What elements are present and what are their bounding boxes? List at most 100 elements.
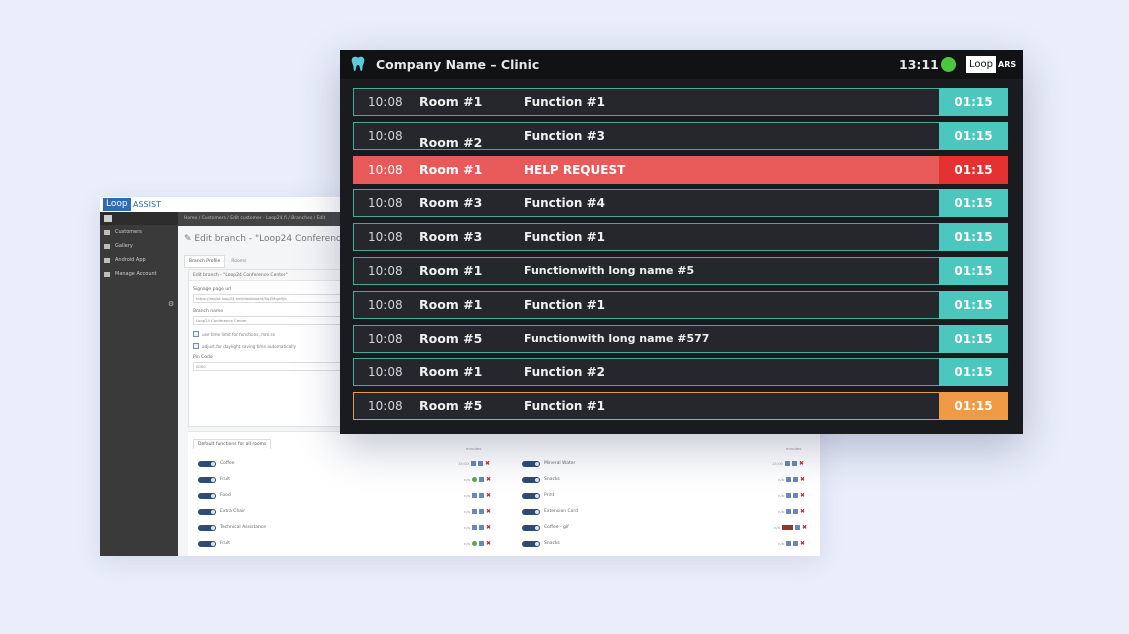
function-row[interactable]: Mineral Water bbox=[522, 459, 575, 468]
edit-icon[interactable] bbox=[791, 461, 797, 466]
function-row[interactable]: Snacks bbox=[522, 539, 560, 548]
edit-icon[interactable] bbox=[795, 525, 801, 530]
toggle-switch[interactable] bbox=[522, 524, 540, 531]
delete-icon[interactable]: ✖ bbox=[485, 460, 491, 467]
delete-icon[interactable]: ✖ bbox=[486, 492, 492, 499]
function-row[interactable]: Print bbox=[522, 491, 554, 500]
function-row[interactable]: Coffee bbox=[198, 459, 235, 468]
edit-icon[interactable] bbox=[479, 493, 485, 498]
admin-logo[interactable]: Loop bbox=[103, 198, 131, 211]
function-label: Mineral Water bbox=[544, 461, 576, 466]
delete-icon[interactable]: ✖ bbox=[799, 460, 805, 467]
edit-icon[interactable] bbox=[793, 509, 799, 514]
admin-logo-sub: ASSIST bbox=[133, 200, 161, 209]
toggle-switch[interactable] bbox=[198, 524, 216, 531]
edit-icon[interactable] bbox=[479, 477, 485, 482]
toggle-switch[interactable] bbox=[198, 460, 216, 467]
request-time: 10:08 bbox=[368, 230, 403, 245]
delete-icon[interactable]: ✖ bbox=[800, 492, 806, 499]
function-row[interactable]: Fruit bbox=[198, 539, 230, 548]
edit-icon[interactable] bbox=[479, 509, 485, 514]
edit-icon[interactable] bbox=[479, 541, 485, 546]
delete-icon[interactable]: ✖ bbox=[486, 476, 492, 483]
edit-icon[interactable] bbox=[479, 525, 485, 530]
toggle-switch[interactable] bbox=[522, 492, 540, 499]
admin-tabs: Branch Profile Rooms bbox=[184, 255, 252, 268]
request-function: Function #3 bbox=[524, 128, 606, 143]
delete-icon[interactable]: ✖ bbox=[800, 476, 806, 483]
request-row[interactable]: 10:08 Room #1 Function #1 01:15 bbox=[353, 290, 1008, 319]
function-row[interactable]: Snacks bbox=[522, 475, 560, 484]
request-list: 10:08 Room #1 Function #1 01:15 10:08 Ro… bbox=[353, 88, 1008, 426]
function-label: Print bbox=[544, 493, 555, 498]
toggle-switch[interactable] bbox=[522, 476, 540, 483]
function-row[interactable]: Extension Cord bbox=[522, 507, 578, 516]
request-time: 10:08 bbox=[368, 331, 403, 346]
sidebar-item-gallery[interactable]: Gallery bbox=[100, 239, 178, 253]
signage-url-field[interactable]: https://assist.loop24.net/dashboard/SqZM… bbox=[193, 294, 343, 303]
time-limit-checkbox[interactable]: use time limit for functions, mm:ss bbox=[193, 331, 347, 337]
pin-code-field[interactable]: 0000 bbox=[193, 362, 343, 371]
toggle-switch[interactable] bbox=[522, 540, 540, 547]
request-row[interactable]: 10:08 Room #3 Function #1 01:15 bbox=[353, 223, 1008, 252]
toggle-switch[interactable] bbox=[198, 492, 216, 499]
request-row[interactable]: 10:08 Room #5 Functionwith long name #57… bbox=[353, 324, 1008, 353]
toggle-switch[interactable] bbox=[198, 508, 216, 515]
gear-icon[interactable]: ⚙ bbox=[168, 300, 174, 308]
request-row[interactable]: 10:08 Room #1 Functionwith long name #5 … bbox=[353, 256, 1008, 285]
brand-sub: ARS bbox=[998, 60, 1017, 69]
function-row[interactable]: Coffee - gif bbox=[522, 523, 569, 532]
form-title: Edit branch - "Loop24 Conference Center" bbox=[189, 270, 347, 281]
company-name: Company Name – Clinic bbox=[376, 57, 540, 72]
request-timer: 01:15 bbox=[939, 256, 1008, 285]
request-row[interactable]: 10:08 Room #1 Function #1 01:15 bbox=[353, 88, 1008, 116]
edit-icon[interactable] bbox=[477, 461, 483, 466]
function-row[interactable]: Extra Chair bbox=[198, 507, 245, 516]
request-row[interactable]: 10:08 Room #3 Function #4 01:15 bbox=[353, 189, 1008, 218]
request-room: Room #1 bbox=[419, 94, 483, 109]
edit-icon[interactable] bbox=[793, 477, 799, 482]
function-label: Fruit bbox=[220, 541, 230, 546]
function-row[interactable]: Food bbox=[198, 491, 231, 500]
request-room: Room #1 bbox=[419, 364, 483, 380]
toggle-switch[interactable] bbox=[198, 540, 216, 547]
request-function: Function #2 bbox=[524, 365, 606, 380]
bottle-icon bbox=[784, 461, 790, 466]
delete-icon[interactable]: ✖ bbox=[800, 540, 806, 547]
sidebar-item-android-app[interactable]: Android App bbox=[100, 253, 178, 267]
edit-icon[interactable] bbox=[793, 541, 799, 546]
delete-icon[interactable]: ✖ bbox=[486, 540, 492, 547]
edit-icon[interactable] bbox=[793, 493, 799, 498]
toggle-switch[interactable] bbox=[522, 460, 540, 467]
request-function: Functionwith long name #577 bbox=[524, 331, 710, 345]
daylight-saving-checkbox[interactable]: adjust for daylight saving time automati… bbox=[193, 343, 347, 349]
function-time: 15:00 bbox=[458, 461, 469, 466]
delete-icon[interactable]: ✖ bbox=[802, 524, 808, 531]
function-row[interactable]: Technical Assistance bbox=[198, 523, 266, 532]
tab-branch-profile[interactable]: Branch Profile bbox=[184, 255, 226, 268]
request-timer: 01:15 bbox=[939, 88, 1008, 116]
function-time: n/a bbox=[464, 477, 471, 482]
request-row[interactable]: 10:08 Room #1 Function #2 01:15 bbox=[353, 358, 1008, 387]
function-label: Coffee - gif bbox=[544, 525, 569, 530]
board-header: Company Name – Clinic 13:11 Loop ARS bbox=[340, 50, 1023, 79]
android-icon bbox=[104, 257, 110, 263]
toggle-switch[interactable] bbox=[198, 476, 216, 483]
overdue-request-row[interactable]: 10:08 Room #5 Function #1 01:15 bbox=[353, 392, 1008, 421]
toggle-switch[interactable] bbox=[522, 508, 540, 515]
sidebar-item-manage-account[interactable]: Manage Account bbox=[100, 267, 178, 281]
branch-name-field[interactable]: Loop24 Conference Center bbox=[193, 316, 343, 325]
help-request-row[interactable]: 10:08 Room #1 HELP REQUEST 01:15 bbox=[353, 155, 1008, 184]
delete-icon[interactable]: ✖ bbox=[486, 508, 492, 515]
tab-rooms[interactable]: Rooms bbox=[226, 255, 252, 268]
request-row[interactable]: 10:08 Room #2 Function #3 01:15 bbox=[353, 121, 1008, 150]
snack-icon bbox=[786, 541, 792, 546]
delete-icon[interactable]: ✖ bbox=[486, 524, 492, 531]
delete-icon[interactable]: ✖ bbox=[800, 508, 806, 515]
branch-name-label: Branch name bbox=[193, 309, 224, 314]
checkbox-icon[interactable] bbox=[193, 343, 199, 349]
menu-icon[interactable] bbox=[104, 215, 112, 222]
sidebar-item-customers[interactable]: Customers bbox=[100, 225, 178, 239]
checkbox-icon[interactable] bbox=[193, 331, 199, 337]
function-row[interactable]: Fruit bbox=[198, 475, 230, 484]
